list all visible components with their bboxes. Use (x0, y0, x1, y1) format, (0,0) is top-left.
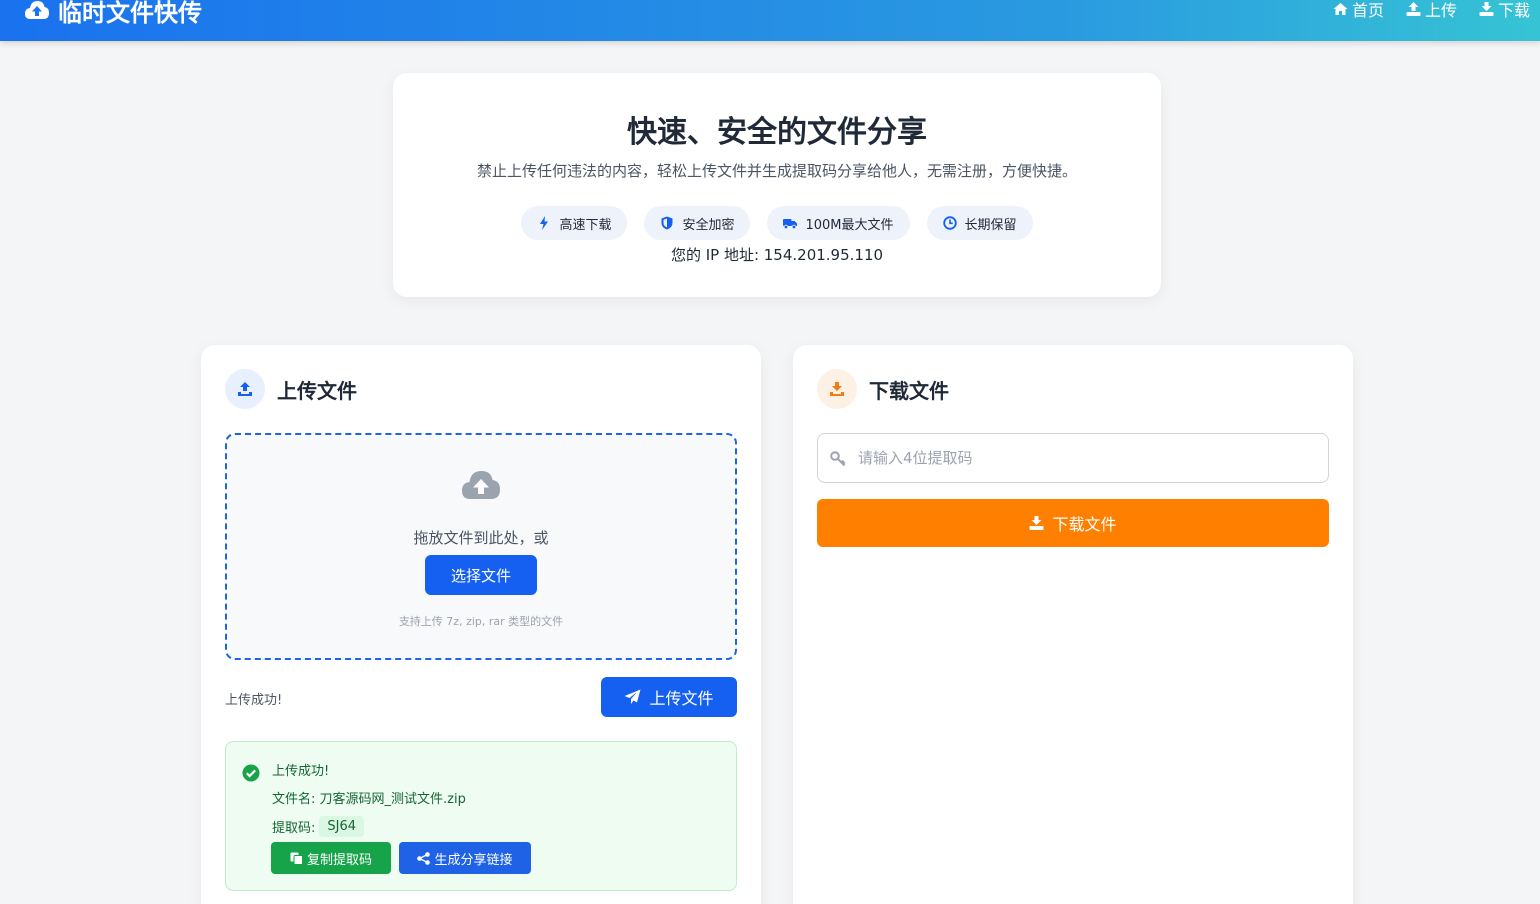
download-button-label: 下载文件 (1052, 515, 1117, 534)
download-icon (830, 382, 844, 396)
feature-list: 高速下载 安全加密 100M最大文件 长期保留 (393, 206, 1161, 240)
paper-plane-icon (624, 689, 641, 704)
feature-security: 安全加密 (644, 206, 751, 240)
upload-card-title: 上传文件 (277, 378, 357, 403)
ip-address: 您的 IP 地址: 154.201.95.110 (670, 246, 884, 264)
upload-header-icon (225, 369, 265, 409)
download-icon (1479, 2, 1494, 16)
dropzone-hint: 支持上传 7z, zip, rar 类型的文件 (398, 615, 564, 628)
upload-button-label: 上传文件 (649, 689, 714, 708)
upload-status: 上传成功! (225, 693, 283, 708)
shield-icon (661, 216, 673, 230)
hero-card: 快速、安全的文件分享 禁止上传任何违法的内容，轻松上传文件并生成提取码分享给他人… (393, 73, 1161, 297)
brand[interactable]: 临时文件快传 (24, 0, 202, 28)
truck-icon (783, 219, 798, 230)
dropzone-text: 拖放文件到此处，或 (413, 529, 549, 547)
result-title: 上传成功! (272, 764, 330, 779)
download-icon (1029, 516, 1044, 530)
feature-label: 长期保留 (964, 217, 1017, 233)
share-icon (417, 851, 431, 865)
result-code-label: 提取码: (272, 821, 316, 836)
choose-file-button[interactable]: 选择文件 (425, 555, 537, 595)
nav-home-label: 首页 (1351, 1, 1384, 20)
share-link-label: 生成分享链接 (434, 852, 513, 868)
top-navbar: 临时文件快传 首页 上传 下载 (0, 0, 1540, 41)
copy-icon (290, 852, 303, 865)
download-card-header: 下载文件 (817, 369, 949, 409)
download-button[interactable]: 下载文件 (817, 499, 1329, 547)
feature-retention: 长期保留 (926, 206, 1033, 240)
hero-description: 禁止上传任何违法的内容，轻松上传文件并生成提取码分享给他人，无需注册，方便快捷。 (476, 162, 1077, 180)
upload-card: 上传文件 拖放文件到此处，或 选择文件 支持上传 7z, zip, rar 类型… (201, 345, 761, 904)
file-dropzone[interactable]: 拖放文件到此处，或 选择文件 支持上传 7z, zip, rar 类型的文件 (225, 433, 737, 660)
upload-result-box: 上传成功! 文件名: 刀客源码网_测试文件.zip 提取码: SJ64 复制提取… (225, 741, 737, 891)
download-card-title: 下载文件 (869, 378, 949, 403)
feature-label: 100M最大文件 (805, 217, 894, 233)
feature-speed: 高速下载 (521, 206, 628, 240)
upload-icon (238, 382, 252, 396)
feature-label: 安全加密 (682, 217, 735, 233)
hero-title: 快速、安全的文件分享 (627, 115, 927, 150)
copy-code-button[interactable]: 复制提取码 (271, 842, 391, 874)
feature-label: 高速下载 (559, 217, 612, 233)
nav-home[interactable]: 首页 (1333, 0, 1384, 21)
extraction-code: SJ64 (319, 816, 365, 837)
nav-upload[interactable]: 上传 (1406, 0, 1457, 21)
extraction-code-input[interactable] (858, 434, 1318, 482)
nav-download-label: 下载 (1497, 1, 1530, 20)
bolt-icon (540, 216, 549, 230)
check-circle-icon (242, 764, 260, 782)
feature-size: 100M最大文件 (767, 206, 910, 240)
result-filename: 文件名: 刀客源码网_测试文件.zip (272, 792, 466, 807)
upload-icon (1406, 2, 1421, 16)
key-icon (830, 451, 846, 467)
home-icon (1333, 3, 1348, 15)
copy-code-label: 复制提取码 (306, 852, 372, 868)
main-nav: 首页 上传 下载 (1333, 0, 1530, 21)
download-card: 下载文件 下载文件 (793, 345, 1353, 904)
nav-upload-label: 上传 (1424, 1, 1457, 20)
code-input-wrapper (817, 433, 1329, 483)
upload-button[interactable]: 上传文件 (601, 677, 737, 717)
upload-card-header: 上传文件 (225, 369, 357, 409)
nav-download[interactable]: 下载 (1479, 0, 1530, 21)
download-header-icon (817, 369, 857, 409)
site-title: 临时文件快传 (58, 0, 202, 27)
cloud-upload-icon (462, 471, 500, 499)
result-code-row: 提取码: SJ64 (272, 816, 365, 837)
share-link-button[interactable]: 生成分享链接 (399, 842, 531, 874)
cloud-upload-icon (25, 1, 49, 19)
clock-icon (942, 216, 957, 230)
